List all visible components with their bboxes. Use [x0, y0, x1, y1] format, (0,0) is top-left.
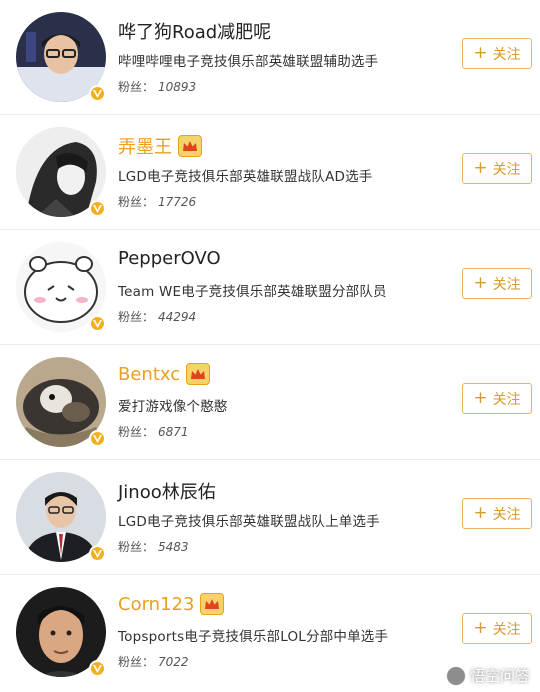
list-item[interactable]: Jinoo林辰佑 LGD电子竞技俱乐部英雄联盟战队上单选手 粉丝： 5483 + 关… [0, 460, 540, 575]
vip-crown-icon [178, 135, 202, 157]
follow-button[interactable]: + 关注 [462, 613, 532, 644]
user-description: 爱打游戏像个憨憨 [118, 399, 228, 415]
wukong-logo-icon [445, 665, 466, 686]
user-name[interactable]: Jinoo林辰佑 [118, 478, 216, 504]
verified-badge-icon [89, 85, 106, 102]
fans-count: 粉丝： 7022 [118, 655, 189, 669]
list-item[interactable]: PepperOVO Team WE电子竞技俱乐部英雄联盟分部队员 粉丝： 4429… [0, 230, 540, 345]
plus-icon: + [473, 618, 488, 638]
user-name[interactable]: PepperOVO [118, 248, 221, 269]
vip-crown-icon [200, 593, 225, 615]
plus-icon: + [473, 158, 488, 178]
watermark: 悟空问答 [445, 665, 530, 686]
user-description: Topsports电子竞技俱乐部LOL分部中单选手 [118, 629, 389, 645]
user-description: Team WE电子竞技俱乐部英雄联盟分部队员 [118, 284, 387, 300]
verified-badge-icon [89, 430, 106, 447]
vip-crown-icon [186, 363, 211, 385]
list-item[interactable]: Bentxc 爱打游戏像个憨憨 粉丝： 6871 + 关注 [0, 345, 540, 460]
fans-count: 粉丝： 10893 [118, 80, 197, 94]
fans-count: 粉丝： 5483 [118, 540, 189, 554]
follow-button[interactable]: + 关注 [462, 38, 532, 69]
list-item[interactable]: 弄墨王 LGD电子竞技俱乐部英雄联盟战队AD选手 粉丝： 17726 + 关注 [0, 115, 540, 230]
user-name[interactable]: 弄墨王 [118, 133, 202, 159]
user-name[interactable]: Bentxc [118, 363, 211, 385]
user-description: LGD电子竞技俱乐部英雄联盟战队AD选手 [118, 169, 373, 185]
plus-icon: + [473, 273, 488, 293]
user-name[interactable]: 哗了狗Road减肥呢 [118, 18, 271, 44]
verified-badge-icon [89, 545, 106, 562]
follow-button[interactable]: + 关注 [462, 383, 532, 414]
verified-badge-icon [89, 315, 106, 332]
plus-icon: + [473, 388, 488, 408]
follow-button[interactable]: + 关注 [462, 153, 532, 184]
user-description: LGD电子竞技俱乐部英雄联盟战队上单选手 [118, 514, 380, 530]
fans-count: 粉丝： 6871 [118, 425, 189, 439]
verified-badge-icon [89, 660, 106, 677]
verified-badge-icon [89, 200, 106, 217]
user-description: 哔哩哔哩电子竞技俱乐部英雄联盟辅助选手 [118, 54, 379, 70]
plus-icon: + [473, 503, 488, 523]
follow-button[interactable]: + 关注 [462, 268, 532, 299]
list-item[interactable]: 哗了狗Road减肥呢 哔哩哔哩电子竞技俱乐部英雄联盟辅助选手 粉丝： 10893 … [0, 0, 540, 115]
user-list: 哗了狗Road减肥呢 哔哩哔哩电子竞技俱乐部英雄联盟辅助选手 粉丝： 10893 … [0, 0, 540, 690]
plus-icon: + [473, 43, 488, 63]
fans-count: 粉丝： 44294 [118, 310, 197, 324]
user-name[interactable]: Corn123 [118, 593, 225, 615]
fans-count: 粉丝： 17726 [118, 195, 197, 209]
follow-button[interactable]: + 关注 [462, 498, 532, 529]
